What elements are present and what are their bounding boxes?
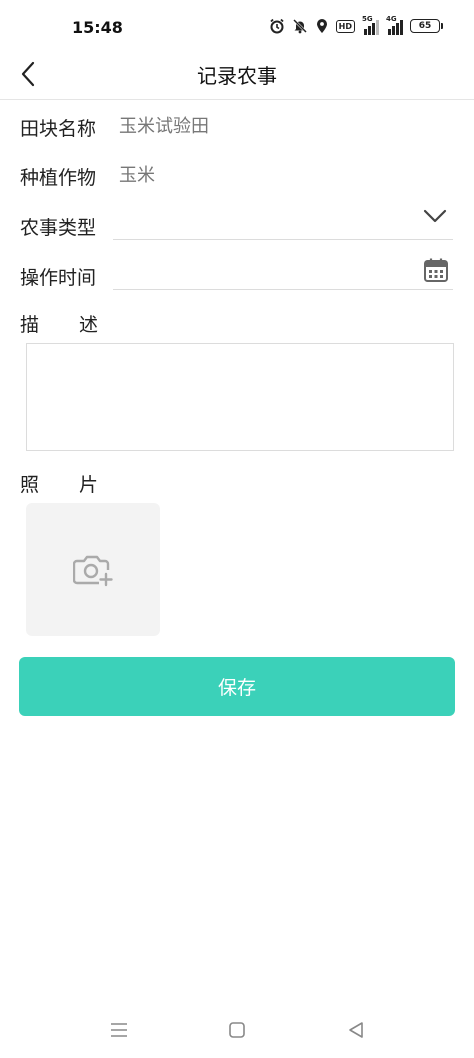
calendar-icon: [423, 257, 449, 287]
crop-value: 玉米: [119, 165, 155, 186]
system-nav-bar: [0, 1002, 474, 1058]
operation-time-picker[interactable]: [113, 246, 453, 290]
operation-time-row: 操作时间: [0, 246, 474, 296]
menu-nav-button[interactable]: [107, 1018, 131, 1042]
crop-label: 种植作物: [20, 167, 97, 189]
alarm-icon: [269, 18, 285, 34]
location-icon: [315, 18, 329, 34]
camera-add-icon: [73, 555, 113, 586]
work-type-select[interactable]: [113, 196, 453, 240]
home-square-icon: [229, 1022, 245, 1038]
work-type-label: 农事类型: [20, 217, 97, 239]
hd-badge: HD: [335, 19, 355, 33]
net-type-4g: 4G: [386, 15, 397, 23]
field-name-row: 田块名称 玉米试验田: [0, 110, 474, 160]
home-nav-button[interactable]: [225, 1018, 249, 1042]
status-time: 15:48: [72, 18, 123, 37]
menu-icon: [111, 1023, 127, 1037]
net-type-5g: 5G: [362, 15, 373, 23]
field-name-label: 田块名称: [20, 118, 97, 140]
add-photo-button[interactable]: [26, 503, 160, 636]
mute-bell-icon: [292, 18, 308, 34]
battery-indicator: 65: [410, 19, 443, 33]
status-bar: 15:48 HD 5G 4G 65: [0, 0, 474, 52]
description-input[interactable]: [26, 343, 454, 451]
nav-header: 记录农事: [0, 52, 474, 100]
photo-label: 照 片: [20, 474, 98, 496]
work-type-row: 农事类型: [0, 196, 474, 246]
field-name-value: 玉米试验田: [119, 116, 209, 137]
status-icons: HD 5G 4G 65: [269, 15, 443, 36]
page-title: 记录农事: [197, 64, 277, 88]
back-nav-button[interactable]: [344, 1018, 368, 1042]
back-triangle-icon: [349, 1022, 363, 1038]
description-label: 描 述: [20, 314, 98, 336]
signal-5g: 5G: [362, 15, 379, 35]
operation-time-label: 操作时间: [20, 267, 97, 289]
chevron-down-icon: [423, 208, 447, 227]
signal-4g: 4G: [386, 15, 403, 35]
save-button[interactable]: 保存: [19, 657, 455, 716]
